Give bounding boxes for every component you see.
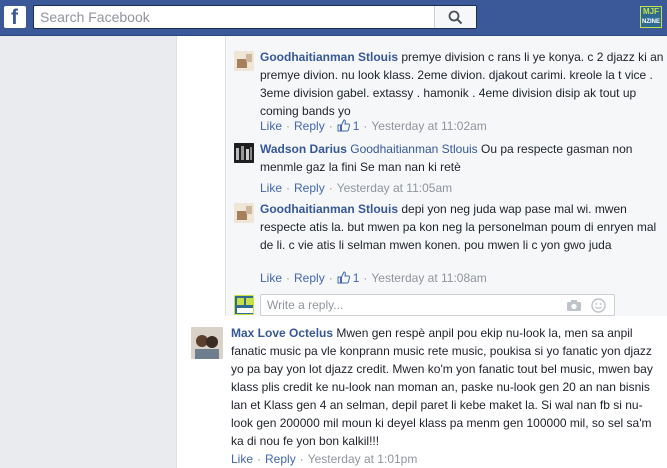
facebook-logo-letter: f xyxy=(11,6,18,29)
like-count-badge[interactable]: 1 xyxy=(337,119,360,133)
avatar[interactable] xyxy=(234,51,254,71)
facebook-logo-icon[interactable]: f xyxy=(4,6,26,29)
top-navigation-bar: f MJF NZINE xyxy=(0,0,667,36)
like-link[interactable]: Like xyxy=(260,119,282,133)
avatar-photo-icon xyxy=(234,203,254,223)
reply-link[interactable]: Reply xyxy=(294,119,325,133)
comment-item: Max Love Octelus Mwen gen respè anpil po… xyxy=(191,324,665,468)
search-box xyxy=(33,5,477,29)
replies-thread: Goodhaitianman Stlouis premye division c… xyxy=(225,36,667,316)
search-input[interactable] xyxy=(34,6,434,28)
profile-logo-bottom-text: NZINE xyxy=(642,19,660,25)
comment-timestamp[interactable]: Yesterday at 11:05am xyxy=(337,181,452,195)
comment-author-link[interactable]: Goodhaitianman Stlouis xyxy=(260,202,398,216)
like-link[interactable]: Like xyxy=(260,271,282,285)
mj-logo-icon xyxy=(235,296,253,314)
comment-actions: Like · Reply · 1 · Yesterday at 11:02am xyxy=(260,119,487,133)
comment-timestamp[interactable]: Yesterday at 11:02am xyxy=(371,119,486,133)
reply-link[interactable]: Reply xyxy=(294,181,325,195)
like-link[interactable]: Like xyxy=(260,181,282,195)
comments-panel: Goodhaitianman Stlouis premye division c… xyxy=(176,36,667,468)
profile-logo[interactable]: MJF NZINE xyxy=(640,6,662,28)
reply-input[interactable] xyxy=(261,295,561,315)
avatar-photo-icon xyxy=(191,327,223,359)
avatar-photo-icon xyxy=(234,51,254,71)
mention-link[interactable]: Goodhaitianman Stlouis xyxy=(350,142,477,156)
thumbs-up-icon xyxy=(337,271,350,284)
like-count: 1 xyxy=(352,271,360,285)
comment-actions: Like · Reply · Yesterday at 11:05am xyxy=(260,181,453,195)
current-user-avatar xyxy=(234,295,254,315)
avatar[interactable] xyxy=(234,143,254,163)
comment-body: Mwen gen respè anpil pou ekip nu-look la… xyxy=(231,326,653,448)
comment-actions: Like · Reply · 1 · Yesterday at 11:08am xyxy=(260,271,487,285)
avatar-photo-icon xyxy=(234,143,254,163)
profile-logo-top-text: MJF xyxy=(643,7,659,16)
emoji-icon[interactable] xyxy=(591,298,606,313)
camera-icon[interactable] xyxy=(566,299,582,312)
thumbs-up-icon xyxy=(337,119,350,132)
avatar[interactable] xyxy=(234,203,254,223)
search-button[interactable] xyxy=(434,6,476,28)
reply-link[interactable]: Reply xyxy=(294,271,325,285)
like-count: 1 xyxy=(352,119,360,133)
comment-author-link[interactable]: Goodhaitianman Stlouis xyxy=(260,50,398,64)
comment-timestamp[interactable]: Yesterday at 11:08am xyxy=(371,271,486,285)
reply-text: Goodhaitianman Stlouis depi yon neg juda… xyxy=(260,200,665,254)
like-link[interactable]: Like xyxy=(231,452,253,466)
reply-text: Goodhaitianman Stlouis premye division c… xyxy=(260,48,665,120)
comment-text: Max Love Octelus Mwen gen respè anpil po… xyxy=(231,324,663,450)
reply-item: Goodhaitianman Stlouis depi yon neg juda… xyxy=(234,200,664,286)
reply-item: Goodhaitianman Stlouis premye division c… xyxy=(234,48,664,134)
avatar[interactable] xyxy=(191,327,223,359)
search-icon xyxy=(448,10,463,25)
comment-actions: Like · Reply · Yesterday at 1:01pm xyxy=(231,452,418,466)
comment-author-link[interactable]: Max Love Octelus xyxy=(231,326,333,340)
like-count-badge[interactable]: 1 xyxy=(337,271,360,285)
reply-text: Wadson Darius Goodhaitianman Stlouis Ou … xyxy=(260,140,665,176)
reply-item: Wadson Darius Goodhaitianman Stlouis Ou … xyxy=(234,140,664,196)
reply-composer xyxy=(260,294,615,316)
comment-timestamp[interactable]: Yesterday at 1:01pm xyxy=(308,452,418,466)
reply-link[interactable]: Reply xyxy=(265,452,296,466)
comment-author-link[interactable]: Wadson Darius xyxy=(260,142,347,156)
